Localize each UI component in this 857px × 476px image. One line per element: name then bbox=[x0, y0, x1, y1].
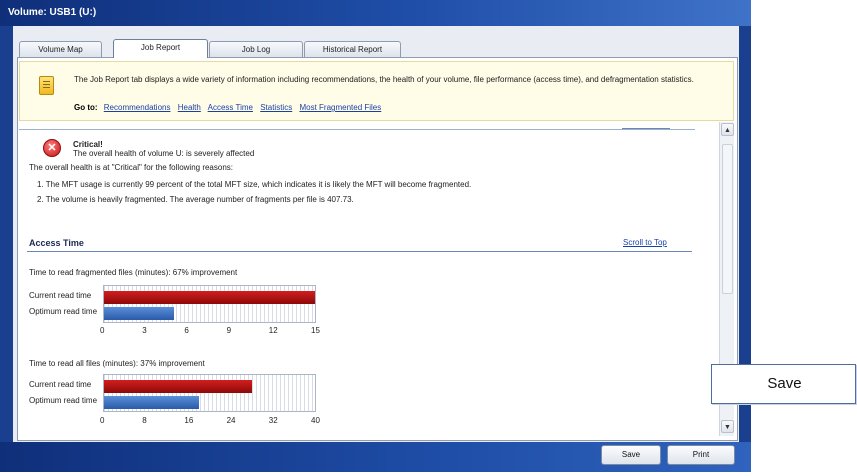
critical-error-icon: ✕ bbox=[43, 139, 61, 157]
chart-1-current-label: Current read time bbox=[29, 291, 92, 300]
chart-2-tick-label: 0 bbox=[100, 416, 105, 425]
health-reason-1: 1. The MFT usage is currently 99 percent… bbox=[37, 180, 472, 189]
chart-1 bbox=[103, 285, 316, 323]
goto-links: Go to: Recommendations Health Access Tim… bbox=[74, 103, 386, 112]
chart-1-tick-label: 12 bbox=[268, 326, 278, 335]
chart-2-caption: Time to read all files (minutes): 37% im… bbox=[29, 359, 205, 368]
chart-2-current-bar bbox=[104, 380, 252, 393]
link-health[interactable]: Health bbox=[178, 103, 201, 112]
chart-2-optimum-bar bbox=[104, 396, 199, 409]
save-callout-label: Save bbox=[767, 375, 802, 392]
content-top-tab bbox=[622, 122, 670, 129]
report-content: ✕ Critical! The overall health of volume… bbox=[19, 122, 719, 438]
chart-1-tick-label: 15 bbox=[311, 326, 320, 335]
health-description: The overall health of volume U: is sever… bbox=[73, 149, 255, 158]
print-button[interactable]: Print bbox=[667, 445, 735, 465]
chart-1-tick-label: 3 bbox=[142, 326, 147, 335]
chart-1-optimum-bar bbox=[104, 307, 175, 320]
chart-1-current-bar bbox=[104, 291, 315, 304]
chart-2-tick-label: 24 bbox=[226, 416, 236, 425]
chart-1-optimum-label: Optimum read time bbox=[29, 307, 98, 316]
chart-1-tick-label: 0 bbox=[100, 326, 105, 335]
scroll-up-arrow-icon[interactable]: ▲ bbox=[721, 123, 734, 136]
health-reason-intro: The overall health is at "Critical" for … bbox=[29, 163, 233, 172]
save-callout: Save bbox=[711, 364, 856, 404]
link-access-time[interactable]: Access Time bbox=[208, 103, 253, 112]
chart-1-tick-label: 6 bbox=[184, 326, 189, 335]
chart-2-tick-label: 8 bbox=[142, 416, 147, 425]
window-title: Volume: USB1 (U:) bbox=[8, 7, 97, 18]
chart-2-current-label: Current read time bbox=[29, 380, 92, 389]
goto-label: Go to: bbox=[74, 103, 98, 112]
title-bar: Volume: USB1 (U:) bbox=[0, 0, 751, 26]
info-banner: The Job Report tab displays a wide varie… bbox=[19, 61, 734, 121]
tab-job-report[interactable]: Job Report bbox=[113, 39, 208, 58]
save-button[interactable]: Save bbox=[601, 445, 661, 465]
health-status: Critical! bbox=[73, 140, 103, 149]
chart-1-caption: Time to read fragmented files (minutes):… bbox=[29, 268, 238, 277]
tab-historical-report[interactable]: Historical Report bbox=[304, 41, 401, 57]
chart-2-tick-label: 32 bbox=[268, 416, 278, 425]
tab-volume-map[interactable]: Volume Map bbox=[19, 41, 102, 57]
health-reason-2: 2. The volume is heavily fragmented. The… bbox=[37, 195, 354, 204]
link-recommendations[interactable]: Recommendations bbox=[104, 103, 171, 112]
content-divider bbox=[19, 129, 695, 130]
info-description: The Job Report tab displays a wide varie… bbox=[74, 75, 694, 84]
scroll-down-arrow-icon[interactable]: ▼ bbox=[721, 420, 734, 433]
report-icon bbox=[39, 76, 54, 95]
scroll-thumb[interactable] bbox=[722, 144, 733, 294]
scroll-to-top-link[interactable]: Scroll to Top bbox=[623, 238, 667, 247]
access-time-heading: Access Time bbox=[29, 238, 84, 248]
chart-2-tick-label: 40 bbox=[311, 416, 320, 425]
access-time-divider bbox=[27, 251, 692, 252]
chart-1-tick-label: 9 bbox=[226, 326, 232, 335]
link-most-fragmented-files[interactable]: Most Fragmented Files bbox=[299, 103, 381, 112]
link-statistics[interactable]: Statistics bbox=[260, 103, 292, 112]
chart-2-tick-label: 16 bbox=[184, 416, 194, 425]
tab-job-log[interactable]: Job Log bbox=[209, 41, 303, 57]
chart-2-optimum-label: Optimum read time bbox=[29, 396, 98, 405]
chart-2 bbox=[103, 374, 316, 412]
